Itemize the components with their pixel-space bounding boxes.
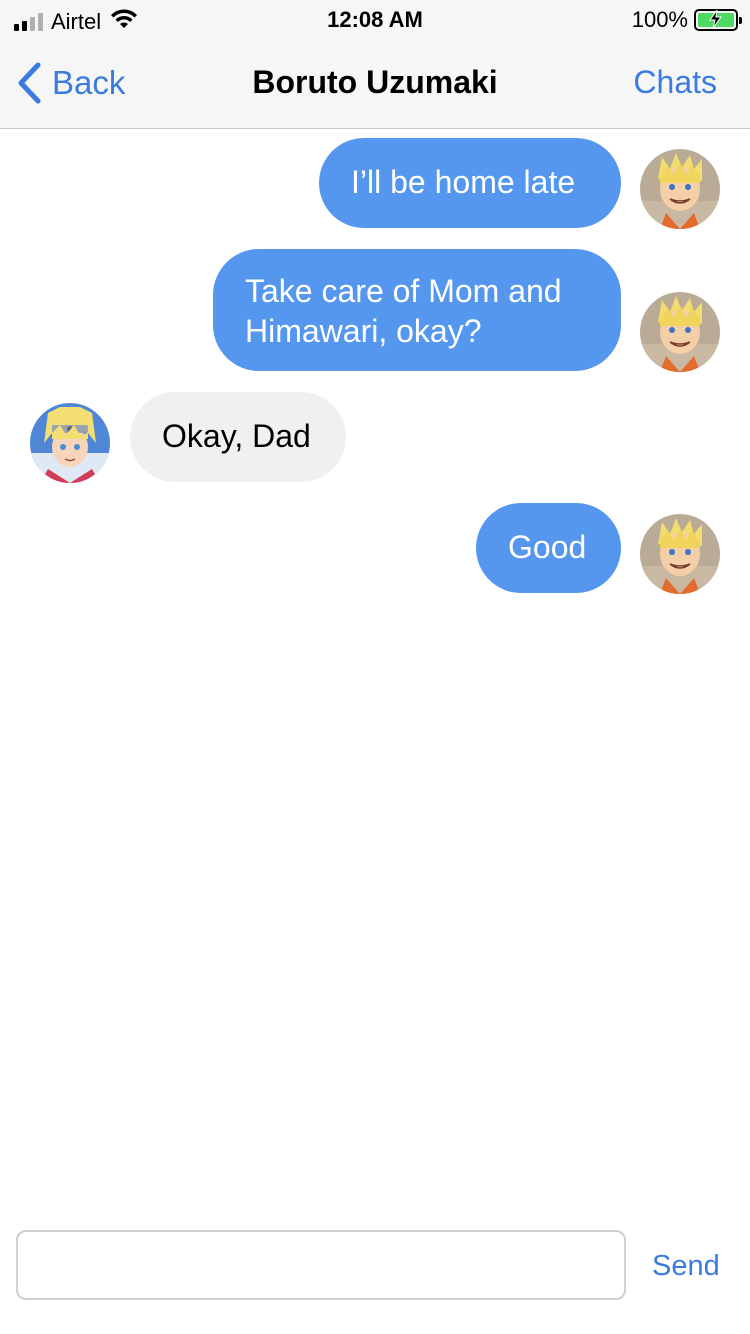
message-input[interactable] xyxy=(16,1230,626,1300)
message-text: Good xyxy=(508,529,587,565)
message-text: Okay, Dad xyxy=(162,418,311,454)
message-text: Take care of Mom and Himawari, okay? xyxy=(245,273,562,349)
naruto-avatar[interactable] xyxy=(640,292,720,372)
naruto-avatar[interactable] xyxy=(640,514,720,594)
chat-screen: Airtel 12:08 AM 100% Back Boruto Uzumaki… xyxy=(0,0,750,1334)
naruto-avatar[interactable] xyxy=(640,149,720,229)
message-composer: Send xyxy=(0,1230,750,1300)
status-right: 100% xyxy=(631,7,742,33)
message-bubble-incoming[interactable]: Okay, Dad xyxy=(130,392,346,482)
message-bubble-outgoing[interactable]: I’ll be home late xyxy=(319,138,621,228)
charging-bolt-icon xyxy=(708,9,724,32)
send-button[interactable]: Send xyxy=(652,1250,720,1283)
chats-button[interactable]: Chats xyxy=(633,64,717,101)
battery-percent: 100% xyxy=(631,7,688,32)
message-bubble-outgoing[interactable]: Good xyxy=(476,503,621,593)
navigation-bar: Back Boruto Uzumaki Chats xyxy=(0,40,750,129)
battery-icon xyxy=(694,9,742,32)
message-text: I’ll be home late xyxy=(351,164,576,200)
status-bar: Airtel 12:08 AM 100% xyxy=(0,0,750,40)
message-bubble-outgoing[interactable]: Take care of Mom and Himawari, okay? xyxy=(213,249,621,371)
boruto-avatar[interactable] xyxy=(30,403,110,483)
header: Airtel 12:08 AM 100% Back Boruto Uzumaki… xyxy=(0,0,750,129)
